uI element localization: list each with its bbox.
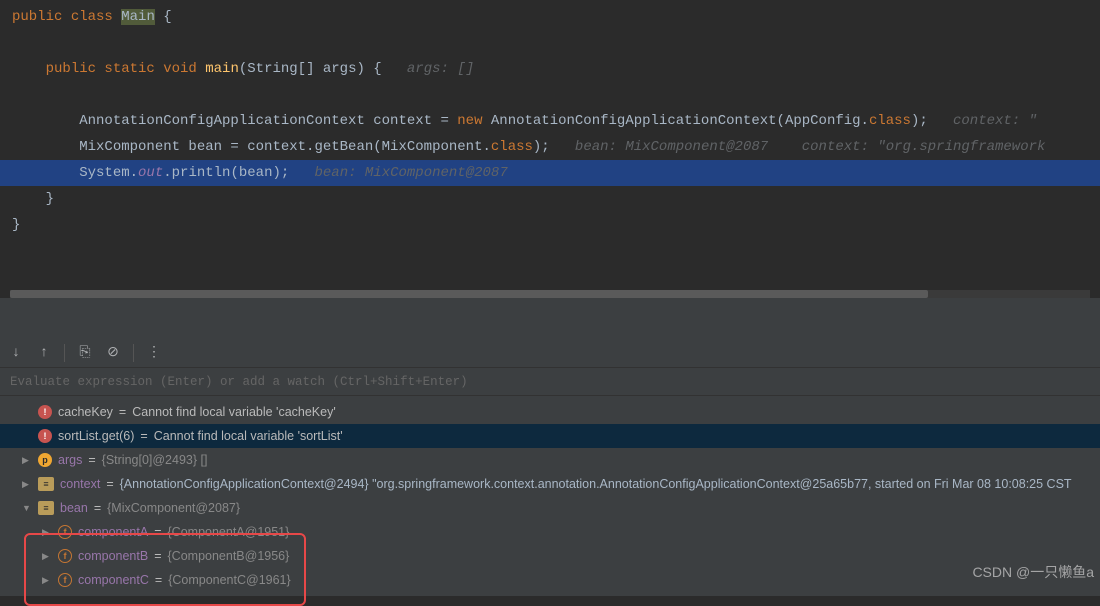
field-icon: f bbox=[58, 549, 72, 563]
toolbar-separator bbox=[133, 344, 134, 362]
expand-icon[interactable]: ▶ bbox=[42, 527, 52, 538]
variable-name: args bbox=[58, 453, 82, 467]
watch-placeholder: Evaluate expression (Enter) or add a wat… bbox=[10, 375, 468, 389]
arrow-down-icon[interactable]: ↓ bbox=[8, 345, 24, 361]
variable-name: bean bbox=[60, 501, 88, 515]
variable-value: {ComponentB@1956} bbox=[168, 549, 290, 563]
watermark-text: CSDN @一只懒鱼a bbox=[972, 562, 1094, 582]
code-line[interactable]: MixComponent bean = context.getBean(MixC… bbox=[0, 134, 1100, 160]
variable-row[interactable]: ▶fcomponentB = {ComponentB@1956} bbox=[0, 544, 1100, 568]
evaluate-expression-input[interactable]: Evaluate expression (Enter) or add a wat… bbox=[0, 368, 1100, 396]
variable-value: {ComponentC@1961} bbox=[168, 573, 291, 587]
object-icon: ≡ bbox=[38, 477, 54, 491]
variable-row[interactable]: !sortList.get(6) = Cannot find local var… bbox=[0, 424, 1100, 448]
code-line[interactable]: public class Main { bbox=[0, 4, 1100, 30]
code-line[interactable]: } bbox=[0, 212, 1100, 238]
expand-icon[interactable]: ▶ bbox=[22, 479, 32, 490]
variable-name: cacheKey bbox=[58, 405, 113, 419]
variable-value: {String[0]@2493} [] bbox=[102, 453, 208, 467]
variable-row[interactable]: ▶fcomponentC = {ComponentC@1961} bbox=[0, 568, 1100, 592]
code-line[interactable] bbox=[0, 30, 1100, 56]
error-icon: ! bbox=[38, 405, 52, 419]
code-line[interactable] bbox=[0, 82, 1100, 108]
variable-row[interactable]: ▶≡context = {AnnotationConfigApplication… bbox=[0, 472, 1100, 496]
variable-name: componentA bbox=[78, 525, 148, 539]
code-line[interactable]: AnnotationConfigApplicationContext conte… bbox=[0, 108, 1100, 134]
variable-value: {AnnotationConfigApplicationContext@2494… bbox=[120, 477, 1072, 491]
expand-icon[interactable]: ▶ bbox=[22, 455, 32, 466]
code-line[interactable]: public static void main(String[] args) {… bbox=[0, 56, 1100, 82]
variable-row[interactable]: ▶fcomponentA = {ComponentA@1951} bbox=[0, 520, 1100, 544]
variable-value: Cannot find local variable 'sortList' bbox=[154, 429, 343, 443]
copy-icon[interactable]: ⎘ bbox=[77, 345, 93, 361]
variable-row[interactable]: ▶pargs = {String[0]@2493} [] bbox=[0, 448, 1100, 472]
variables-panel: !cacheKey = Cannot find local variable '… bbox=[0, 396, 1100, 596]
param-p-icon: p bbox=[38, 453, 52, 467]
clear-icon[interactable]: ⊘ bbox=[105, 345, 121, 361]
variable-value: {MixComponent@2087} bbox=[107, 501, 240, 515]
toolbar-separator bbox=[64, 344, 65, 362]
debug-toolbar: ↓ ↑ ⎘ ⊘ ⋮ bbox=[0, 338, 1100, 368]
panel-divider bbox=[0, 298, 1100, 338]
code-line[interactable]: } bbox=[0, 186, 1100, 212]
variable-name: sortList.get(6) bbox=[58, 429, 134, 443]
object-icon: ≡ bbox=[38, 501, 54, 515]
variable-value: Cannot find local variable 'cacheKey' bbox=[132, 405, 336, 419]
variable-row[interactable]: !cacheKey = Cannot find local variable '… bbox=[0, 400, 1100, 424]
variable-name: componentB bbox=[78, 549, 148, 563]
scrollbar-thumb[interactable] bbox=[10, 290, 928, 298]
variable-name: context bbox=[60, 477, 100, 491]
expand-icon[interactable]: ▼ bbox=[22, 503, 32, 513]
code-editor[interactable]: public class Main { public static void m… bbox=[0, 0, 1100, 298]
field-icon: f bbox=[58, 573, 72, 587]
expand-icon[interactable]: ▶ bbox=[42, 551, 52, 562]
expand-icon[interactable]: ▶ bbox=[42, 575, 52, 586]
horizontal-scrollbar[interactable] bbox=[10, 290, 1090, 298]
arrow-up-icon[interactable]: ↑ bbox=[36, 345, 52, 361]
variable-value: {ComponentA@1951} bbox=[168, 525, 290, 539]
variable-name: componentC bbox=[78, 573, 149, 587]
variable-row[interactable]: ▼≡bean = {MixComponent@2087} bbox=[0, 496, 1100, 520]
more-icon[interactable]: ⋮ bbox=[146, 345, 162, 361]
error-icon: ! bbox=[38, 429, 52, 443]
field-icon: f bbox=[58, 525, 72, 539]
code-line[interactable]: System.out.println(bean); bean: MixCompo… bbox=[0, 160, 1100, 186]
